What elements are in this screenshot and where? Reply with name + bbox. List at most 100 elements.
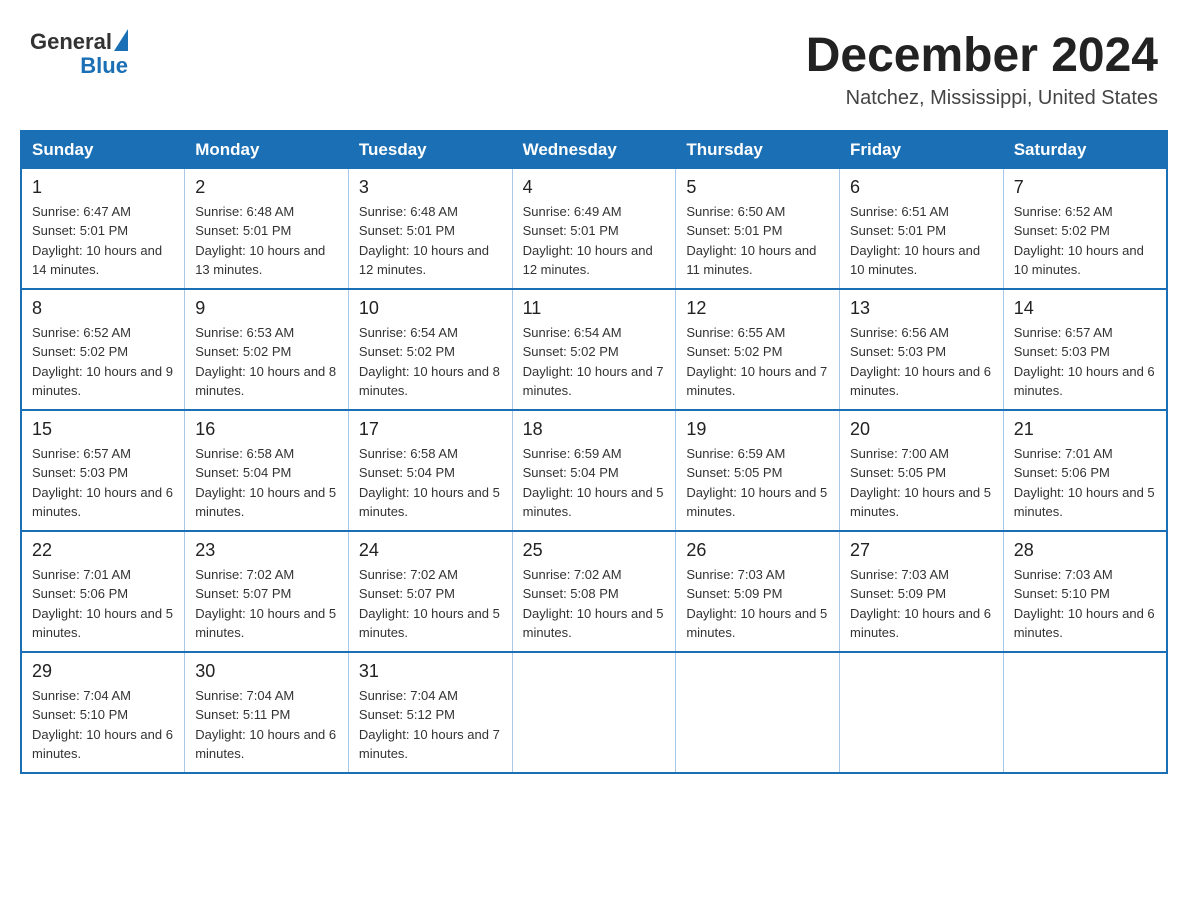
month-title: December 2024 — [806, 30, 1158, 83]
title-area: December 2024 Natchez, Mississippi, Unit… — [806, 30, 1158, 110]
calendar-cell: 29 Sunrise: 7:04 AM Sunset: 5:10 PM Dayl… — [21, 652, 185, 773]
day-info: Sunrise: 6:51 AM Sunset: 5:01 PM Dayligh… — [850, 202, 993, 280]
day-info: Sunrise: 7:00 AM Sunset: 5:05 PM Dayligh… — [850, 444, 993, 522]
day-number: 10 — [359, 298, 502, 319]
day-info: Sunrise: 7:01 AM Sunset: 5:06 PM Dayligh… — [1014, 444, 1156, 522]
day-number: 2 — [195, 177, 338, 198]
calendar-cell — [512, 652, 676, 773]
calendar-cell: 26 Sunrise: 7:03 AM Sunset: 5:09 PM Dayl… — [676, 531, 840, 652]
calendar-cell: 19 Sunrise: 6:59 AM Sunset: 5:05 PM Dayl… — [676, 410, 840, 531]
day-number: 30 — [195, 661, 338, 682]
day-info: Sunrise: 6:54 AM Sunset: 5:02 PM Dayligh… — [523, 323, 666, 401]
day-info: Sunrise: 6:58 AM Sunset: 5:04 PM Dayligh… — [195, 444, 338, 522]
day-info: Sunrise: 6:52 AM Sunset: 5:02 PM Dayligh… — [32, 323, 174, 401]
calendar-cell: 11 Sunrise: 6:54 AM Sunset: 5:02 PM Dayl… — [512, 289, 676, 410]
day-number: 15 — [32, 419, 174, 440]
day-info: Sunrise: 6:53 AM Sunset: 5:02 PM Dayligh… — [195, 323, 338, 401]
logo: General Blue — [30, 30, 128, 78]
day-number: 14 — [1014, 298, 1156, 319]
day-number: 21 — [1014, 419, 1156, 440]
calendar-cell: 15 Sunrise: 6:57 AM Sunset: 5:03 PM Dayl… — [21, 410, 185, 531]
day-info: Sunrise: 6:47 AM Sunset: 5:01 PM Dayligh… — [32, 202, 174, 280]
day-number: 11 — [523, 298, 666, 319]
day-info: Sunrise: 6:55 AM Sunset: 5:02 PM Dayligh… — [686, 323, 829, 401]
day-info: Sunrise: 6:59 AM Sunset: 5:05 PM Dayligh… — [686, 444, 829, 522]
calendar-cell: 3 Sunrise: 6:48 AM Sunset: 5:01 PM Dayli… — [348, 168, 512, 289]
calendar-week-row: 1 Sunrise: 6:47 AM Sunset: 5:01 PM Dayli… — [21, 168, 1167, 289]
day-number: 23 — [195, 540, 338, 561]
day-info: Sunrise: 7:03 AM Sunset: 5:10 PM Dayligh… — [1014, 565, 1156, 643]
calendar-cell: 5 Sunrise: 6:50 AM Sunset: 5:01 PM Dayli… — [676, 168, 840, 289]
calendar-cell: 10 Sunrise: 6:54 AM Sunset: 5:02 PM Dayl… — [348, 289, 512, 410]
page-header: General Blue December 2024 Natchez, Miss… — [20, 20, 1168, 120]
calendar-week-row: 22 Sunrise: 7:01 AM Sunset: 5:06 PM Dayl… — [21, 531, 1167, 652]
day-number: 28 — [1014, 540, 1156, 561]
calendar-cell: 4 Sunrise: 6:49 AM Sunset: 5:01 PM Dayli… — [512, 168, 676, 289]
calendar-cell: 21 Sunrise: 7:01 AM Sunset: 5:06 PM Dayl… — [1003, 410, 1167, 531]
calendar-cell: 27 Sunrise: 7:03 AM Sunset: 5:09 PM Dayl… — [840, 531, 1004, 652]
calendar-cell: 2 Sunrise: 6:48 AM Sunset: 5:01 PM Dayli… — [185, 168, 349, 289]
day-info: Sunrise: 6:48 AM Sunset: 5:01 PM Dayligh… — [359, 202, 502, 280]
calendar-cell: 23 Sunrise: 7:02 AM Sunset: 5:07 PM Dayl… — [185, 531, 349, 652]
logo-blue-text: Blue — [80, 54, 128, 78]
day-number: 13 — [850, 298, 993, 319]
calendar-dow-saturday: Saturday — [1003, 131, 1167, 169]
calendar-cell: 20 Sunrise: 7:00 AM Sunset: 5:05 PM Dayl… — [840, 410, 1004, 531]
calendar-dow-friday: Friday — [840, 131, 1004, 169]
day-number: 22 — [32, 540, 174, 561]
calendar-cell — [676, 652, 840, 773]
day-info: Sunrise: 6:54 AM Sunset: 5:02 PM Dayligh… — [359, 323, 502, 401]
calendar-cell: 24 Sunrise: 7:02 AM Sunset: 5:07 PM Dayl… — [348, 531, 512, 652]
day-info: Sunrise: 6:59 AM Sunset: 5:04 PM Dayligh… — [523, 444, 666, 522]
calendar-week-row: 15 Sunrise: 6:57 AM Sunset: 5:03 PM Dayl… — [21, 410, 1167, 531]
calendar-cell: 16 Sunrise: 6:58 AM Sunset: 5:04 PM Dayl… — [185, 410, 349, 531]
day-number: 26 — [686, 540, 829, 561]
day-number: 5 — [686, 177, 829, 198]
calendar-cell: 14 Sunrise: 6:57 AM Sunset: 5:03 PM Dayl… — [1003, 289, 1167, 410]
day-number: 18 — [523, 419, 666, 440]
day-number: 25 — [523, 540, 666, 561]
calendar-dow-wednesday: Wednesday — [512, 131, 676, 169]
day-number: 12 — [686, 298, 829, 319]
day-info: Sunrise: 6:57 AM Sunset: 5:03 PM Dayligh… — [32, 444, 174, 522]
calendar-table: SundayMondayTuesdayWednesdayThursdayFrid… — [20, 130, 1168, 774]
day-number: 4 — [523, 177, 666, 198]
calendar-dow-sunday: Sunday — [21, 131, 185, 169]
calendar-week-row: 8 Sunrise: 6:52 AM Sunset: 5:02 PM Dayli… — [21, 289, 1167, 410]
calendar-cell: 28 Sunrise: 7:03 AM Sunset: 5:10 PM Dayl… — [1003, 531, 1167, 652]
day-info: Sunrise: 7:03 AM Sunset: 5:09 PM Dayligh… — [686, 565, 829, 643]
calendar-cell: 25 Sunrise: 7:02 AM Sunset: 5:08 PM Dayl… — [512, 531, 676, 652]
calendar-cell: 8 Sunrise: 6:52 AM Sunset: 5:02 PM Dayli… — [21, 289, 185, 410]
day-number: 29 — [32, 661, 174, 682]
logo-triangle-icon — [114, 29, 128, 51]
calendar-cell: 18 Sunrise: 6:59 AM Sunset: 5:04 PM Dayl… — [512, 410, 676, 531]
day-number: 27 — [850, 540, 993, 561]
location-text: Natchez, Mississippi, United States — [806, 87, 1158, 110]
calendar-cell: 30 Sunrise: 7:04 AM Sunset: 5:11 PM Dayl… — [185, 652, 349, 773]
day-info: Sunrise: 6:50 AM Sunset: 5:01 PM Dayligh… — [686, 202, 829, 280]
calendar-week-row: 29 Sunrise: 7:04 AM Sunset: 5:10 PM Dayl… — [21, 652, 1167, 773]
day-info: Sunrise: 6:52 AM Sunset: 5:02 PM Dayligh… — [1014, 202, 1156, 280]
calendar-cell: 1 Sunrise: 6:47 AM Sunset: 5:01 PM Dayli… — [21, 168, 185, 289]
day-info: Sunrise: 6:57 AM Sunset: 5:03 PM Dayligh… — [1014, 323, 1156, 401]
day-info: Sunrise: 7:03 AM Sunset: 5:09 PM Dayligh… — [850, 565, 993, 643]
logo-general-text: General — [30, 30, 112, 54]
day-number: 17 — [359, 419, 502, 440]
calendar-cell — [1003, 652, 1167, 773]
calendar-cell: 9 Sunrise: 6:53 AM Sunset: 5:02 PM Dayli… — [185, 289, 349, 410]
calendar-cell: 17 Sunrise: 6:58 AM Sunset: 5:04 PM Dayl… — [348, 410, 512, 531]
day-number: 19 — [686, 419, 829, 440]
calendar-cell: 7 Sunrise: 6:52 AM Sunset: 5:02 PM Dayli… — [1003, 168, 1167, 289]
day-number: 3 — [359, 177, 502, 198]
calendar-cell: 22 Sunrise: 7:01 AM Sunset: 5:06 PM Dayl… — [21, 531, 185, 652]
day-info: Sunrise: 7:01 AM Sunset: 5:06 PM Dayligh… — [32, 565, 174, 643]
calendar-cell: 31 Sunrise: 7:04 AM Sunset: 5:12 PM Dayl… — [348, 652, 512, 773]
calendar-dow-monday: Monday — [185, 131, 349, 169]
calendar-dow-tuesday: Tuesday — [348, 131, 512, 169]
day-info: Sunrise: 7:02 AM Sunset: 5:07 PM Dayligh… — [359, 565, 502, 643]
day-number: 7 — [1014, 177, 1156, 198]
calendar-cell: 13 Sunrise: 6:56 AM Sunset: 5:03 PM Dayl… — [840, 289, 1004, 410]
calendar-cell — [840, 652, 1004, 773]
day-number: 31 — [359, 661, 502, 682]
calendar-dow-thursday: Thursday — [676, 131, 840, 169]
